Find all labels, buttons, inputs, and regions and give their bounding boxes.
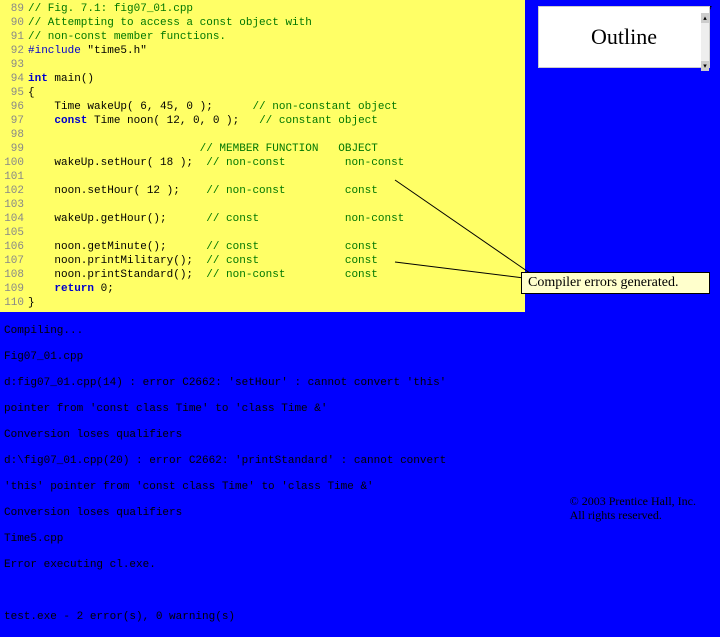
line-number: 97 — [0, 114, 24, 128]
output-line: Fig07_01.cpp — [4, 351, 716, 364]
scroll-up-icon[interactable]: ▴ — [701, 13, 709, 23]
line-number: 92 — [0, 44, 24, 58]
scrollbar[interactable]: ▴ ▾ — [701, 13, 709, 71]
code-text: // MEMBER FUNCTION OBJECT — [28, 143, 378, 155]
code-text: Time noon( 12, 0, 0 ); — [87, 115, 259, 127]
output-line: Conversion loses qualifiers — [4, 429, 716, 442]
code-text: int — [28, 73, 48, 85]
line-number: 102 — [0, 184, 24, 198]
code-listing: 89 // Fig. 7.1: fig07_01.cpp 90 // Attempt… — [0, 0, 525, 312]
line-number: 106 — [0, 240, 24, 254]
code-text: "time5.h" — [87, 45, 146, 57]
code-text: wakeUp.setHour( 18 ); — [28, 157, 206, 169]
code-text: main() — [48, 73, 94, 85]
line-number: 109 — [0, 282, 24, 296]
compiler-output: Compiling... Fig07_01.cpp d:fig07_01.cpp… — [0, 312, 720, 637]
line-number: 94 — [0, 72, 24, 86]
line-number: 95 — [0, 86, 24, 100]
copyright-footer: © 2003 Prentice Hall, Inc. All rights re… — [570, 494, 696, 522]
output-line: d:\fig07_01.cpp(20) : error C2662: 'prin… — [4, 455, 716, 468]
code-text: noon.getMinute(); — [28, 241, 206, 253]
callout-box: Compiler errors generated. — [521, 272, 710, 294]
code-text: noon.setHour( 12 ); — [28, 185, 206, 197]
code-text — [28, 115, 54, 127]
code-text: 0; — [94, 283, 114, 295]
code-text: // const const — [206, 255, 378, 267]
code-text: // non-const member functions. — [28, 31, 226, 43]
code-text: // Attempting to access a const object w… — [28, 17, 312, 29]
scroll-down-icon[interactable]: ▾ — [701, 61, 709, 71]
output-line — [4, 585, 716, 598]
code-text: const — [54, 115, 87, 127]
line-number: 96 — [0, 100, 24, 114]
line-number: 110 — [0, 296, 24, 310]
line-number: 98 — [0, 128, 24, 142]
line-number: 90 — [0, 16, 24, 30]
outline-title: Outline — [591, 24, 657, 50]
code-text: wakeUp.getHour(); — [28, 213, 206, 225]
code-text: return — [54, 283, 94, 295]
line-number: 108 — [0, 268, 24, 282]
output-line: d:fig07_01.cpp(14) : error C2662: 'setHo… — [4, 377, 716, 390]
output-line: test.exe - 2 error(s), 0 warning(s) — [4, 611, 716, 624]
output-line: 'this' pointer from 'const class Time' t… — [4, 481, 716, 494]
line-number: 101 — [0, 170, 24, 184]
code-text: // non-const const — [206, 269, 378, 281]
line-number: 91 — [0, 30, 24, 44]
code-text: } — [28, 297, 35, 309]
code-text: // non-constant object — [252, 101, 397, 113]
line-number: 93 — [0, 58, 24, 72]
line-number: 99 — [0, 142, 24, 156]
line-number: 100 — [0, 156, 24, 170]
line-number: 89 — [0, 2, 24, 16]
code-text: noon.printMilitary(); — [28, 255, 206, 267]
code-text: { — [28, 87, 35, 99]
code-text: // non-const non-const — [206, 157, 404, 169]
code-text: #include — [28, 45, 87, 57]
line-number: 103 — [0, 198, 24, 212]
output-line: pointer from 'const class Time' to 'clas… — [4, 403, 716, 416]
callout-text: Compiler errors generated. — [528, 275, 678, 290]
line-number: 107 — [0, 254, 24, 268]
code-text: // Fig. 7.1: fig07_01.cpp — [28, 3, 193, 15]
outline-panel: Outline ▴ ▾ — [538, 6, 710, 68]
output-line: Error executing cl.exe. — [4, 559, 716, 572]
output-line: Compiling... — [4, 325, 716, 338]
footer-line: © 2003 Prentice Hall, Inc. — [570, 494, 696, 508]
line-number: 104 — [0, 212, 24, 226]
code-text: Time wakeUp( 6, 45, 0 ); — [28, 101, 252, 113]
code-text: // const non-const — [206, 213, 404, 225]
code-text: // const const — [206, 241, 378, 253]
footer-line: All rights reserved. — [570, 508, 696, 522]
code-text: // constant object — [259, 115, 378, 127]
line-number: 105 — [0, 226, 24, 240]
code-text — [28, 283, 54, 295]
code-text: // non-const const — [206, 185, 378, 197]
code-text: noon.printStandard(); — [28, 269, 206, 281]
